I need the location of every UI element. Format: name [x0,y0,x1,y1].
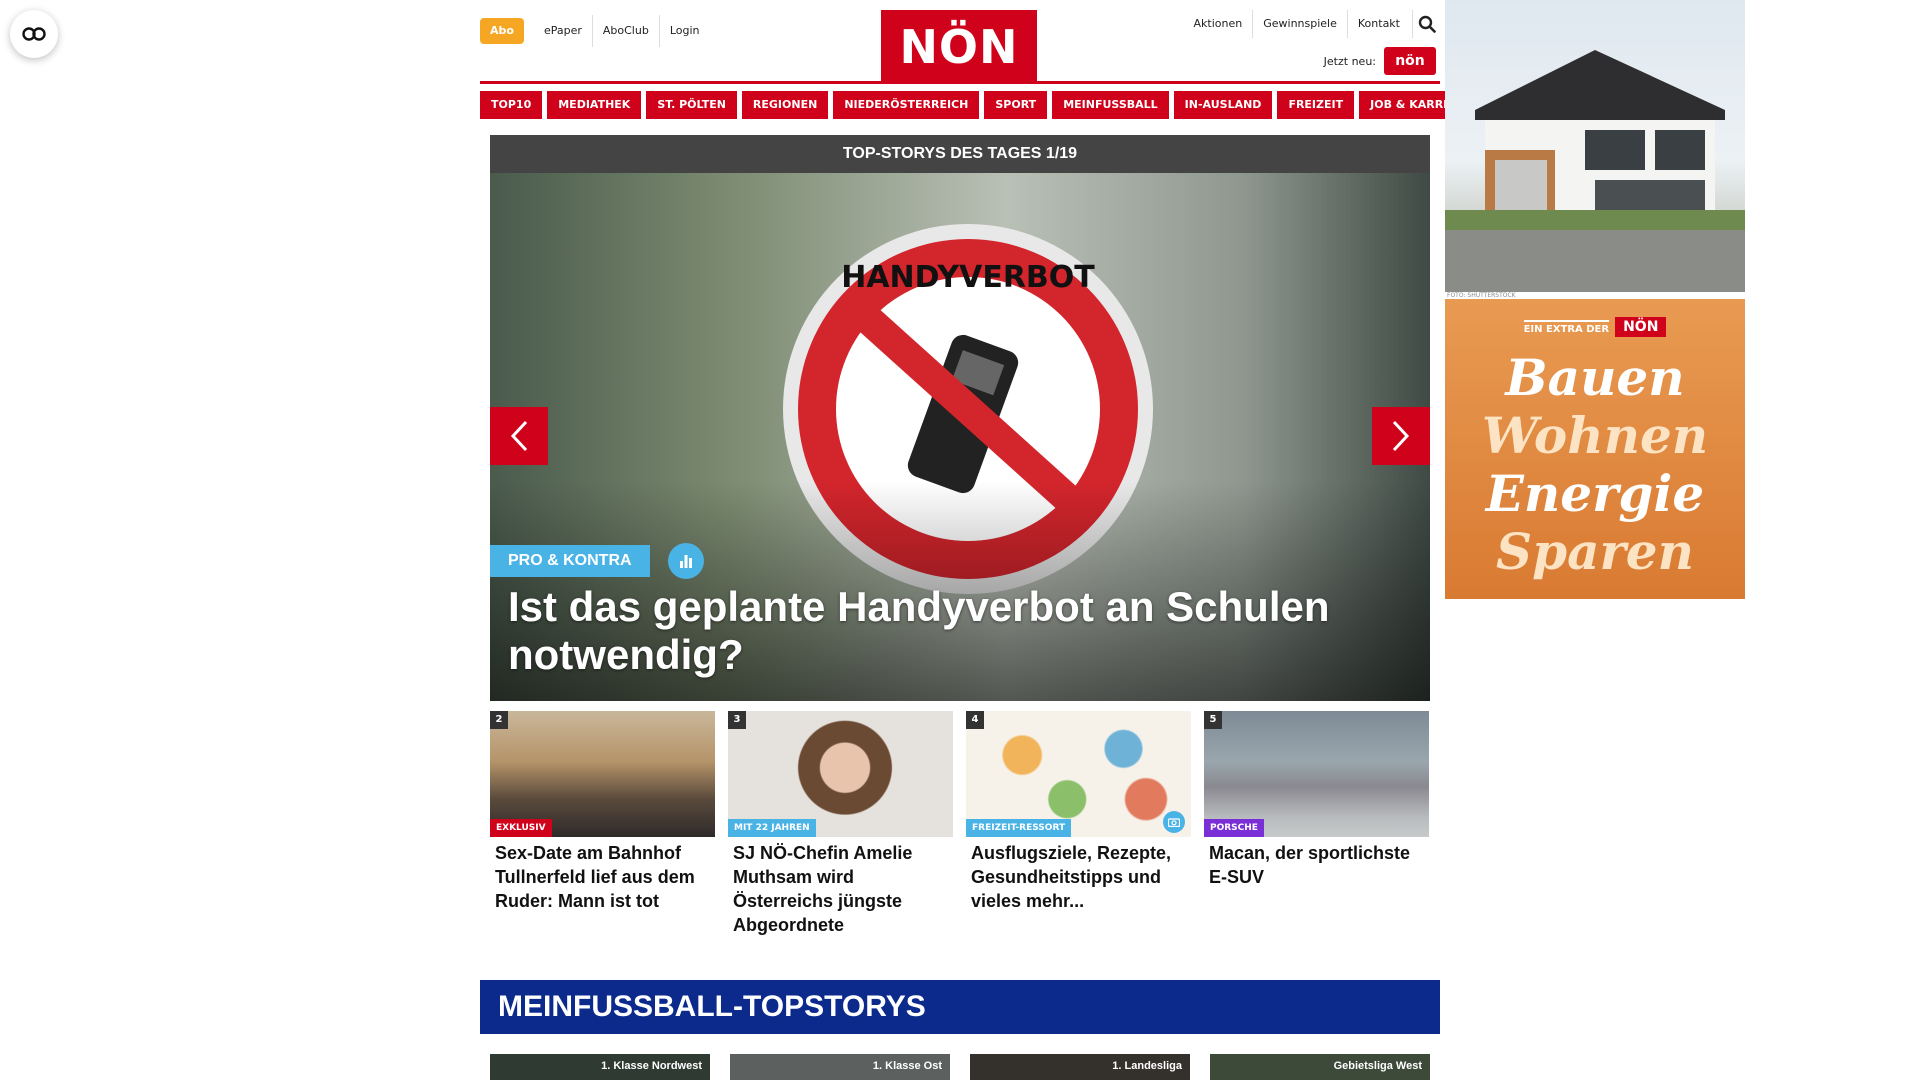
chevron-right-icon [1392,420,1410,452]
ad-word-bauen: Bauen [1505,348,1685,407]
aktionen-link[interactable]: Aktionen [1184,10,1253,38]
hero-image[interactable]: HANDYVERBOT PRO & KONTRA Ist das geplant… [490,173,1430,701]
nav-freizeit[interactable]: FREIZEIT [1277,91,1355,119]
teaser-number: 2 [490,711,508,729]
house-ad-image[interactable] [1445,0,1745,292]
slider-prev-button[interactable] [490,407,548,465]
nav-sport[interactable]: SPORT [984,91,1048,119]
epaper-link[interactable]: ePaper [534,15,592,47]
main-nav: TOP10 MEDIATHEK ST. PÖLTEN REGIONEN NIED… [480,91,1482,119]
teaser-headline[interactable]: Macan, der sportlichste E-SUV [1204,837,1429,889]
site-header: Abo ePaper AboClub Login NÖN Aktionen Ge… [480,0,1440,84]
nav-mediathek[interactable]: MEDIATHEK [547,91,642,119]
gewinnspiele-link[interactable]: Gewinnspiele [1252,10,1347,38]
football-card[interactable]: Gebietsliga West [1210,1054,1430,1080]
football-card[interactable]: 1. Klasse Nordwest [490,1054,710,1080]
ad-extra-label: EIN EXTRA DER [1523,319,1610,335]
login-link[interactable]: Login [658,15,710,47]
house-ad-caption: FOTO: SHUTTERSTOCK [1447,292,1516,299]
league-label: 1. Klasse Ost [872,1060,942,1072]
slider-next-button[interactable] [1372,407,1430,465]
teaser-tag: MIT 22 JAHREN [728,819,816,837]
top-stories-slider: TOP-STORYS DES TAGES 1/19 HANDYVERBOT PR… [490,135,1430,701]
hero-tag-row: PRO & KONTRA [490,543,704,579]
sign-text: HANDYVERBOT [841,260,1095,295]
main-column: Abo ePaper AboClub Login NÖN Aktionen Ge… [480,0,1482,937]
nav-regionen[interactable]: REGIONEN [741,91,829,119]
noen-logo[interactable]: NÖN [881,10,1037,84]
hero-headline[interactable]: Ist das geplante Handyverbot an Schulen … [508,583,1400,679]
teaser-card[interactable]: 3 MIT 22 JAHREN SJ NÖ-Chefin Amelie Muth… [728,711,953,937]
football-teaser-row: 1. Klasse Nordwest 1. Klasse Ost 1. Land… [490,1054,1430,1080]
teaser-headline[interactable]: Sex-Date am Bahnhof Tullnerfeld lief aus… [490,837,715,913]
bauen-wohnen-ad[interactable]: EIN EXTRA DER NÖN Bauen Wohnen Energie S… [1445,299,1745,599]
accessibility-glasses-icon [22,27,46,41]
teaser-number: 5 [1204,711,1222,729]
chevron-left-icon [510,420,528,452]
noen-mini-logo[interactable]: nön [1384,47,1436,75]
teaser-card[interactable]: 2 EXKLUSIV Sex-Date am Bahnhof Tullnerfe… [490,711,715,937]
ad-word-energie: Energie [1485,464,1705,523]
league-label: 1. Landesliga [1112,1060,1182,1072]
pro-kontra-tag[interactable]: PRO & KONTRA [490,545,650,577]
nav-in-ausland[interactable]: IN-AUSLAND [1173,91,1273,119]
teaser-card[interactable]: 4 FREIZEIT-RESSORT Ausflugsziele, Rezept… [966,711,1191,937]
football-card[interactable]: 1. Landesliga [970,1054,1190,1080]
abo-button[interactable]: Abo [480,18,524,44]
search-icon [1418,15,1436,33]
meinfussball-section-title[interactable]: MEINFUSSBALL-TOPSTORYS [480,980,1440,1034]
teaser-number: 3 [728,711,746,729]
teaser-tag: EXKLUSIV [490,819,552,837]
accessibility-button[interactable] [10,10,58,58]
teaser-row: 2 EXKLUSIV Sex-Date am Bahnhof Tullnerfe… [490,711,1430,937]
nav-niederoesterreich[interactable]: NIEDERÖSTERREICH [833,91,980,119]
teaser-number: 4 [966,711,984,729]
top-right-links: Aktionen Gewinnspiele Kontakt [1184,10,1440,38]
aboclub-link[interactable]: AboClub [591,15,659,47]
camera-icon [1163,811,1185,833]
teaser-tag: PORSCHE [1204,819,1264,837]
search-button[interactable] [1412,10,1440,38]
ad-noen-logo: NÖN [1615,317,1667,337]
nav-top10[interactable]: TOP10 [480,91,543,119]
ad-word-wohnen: Wohnen [1481,406,1709,465]
teaser-image[interactable]: 4 FREIZEIT-RESSORT [966,711,1191,837]
football-card[interactable]: 1. Klasse Ost [730,1054,950,1080]
house-illustration [1445,50,1745,292]
jetzt-neu-promo: Jetzt neu: nön [1324,47,1436,75]
teaser-card[interactable]: 5 PORSCHE Macan, der sportlichste E-SUV [1204,711,1429,937]
teaser-headline[interactable]: SJ NÖ-Chefin Amelie Muthsam wird Österre… [728,837,953,937]
nav-st-poelten[interactable]: ST. PÖLTEN [646,91,737,119]
league-label: Gebietsliga West [1333,1060,1422,1072]
teaser-headline[interactable]: Ausflugsziele, Rezepte, Gesundheitstipps… [966,837,1191,913]
teaser-tag: FREIZEIT-RESSORT [966,819,1072,837]
teaser-image[interactable]: 5 PORSCHE [1204,711,1429,837]
nav-meinfussball[interactable]: MEINFUSSBALL [1052,91,1169,119]
teaser-image[interactable]: 2 EXKLUSIV [490,711,715,837]
jetzt-neu-label: Jetzt neu: [1323,54,1376,68]
poll-chart-icon [667,543,704,579]
teaser-image[interactable]: 3 MIT 22 JAHREN [728,711,953,837]
slider-title: TOP-STORYS DES TAGES 1/19 [490,135,1430,173]
kontakt-link[interactable]: Kontakt [1346,10,1410,38]
ad-header: EIN EXTRA DER NÖN [1445,317,1745,337]
top-left-links: Abo ePaper AboClub Login [480,15,710,47]
ad-word-sparen: Sparen [1496,522,1694,581]
league-label: 1. Klasse Nordwest [601,1060,702,1072]
